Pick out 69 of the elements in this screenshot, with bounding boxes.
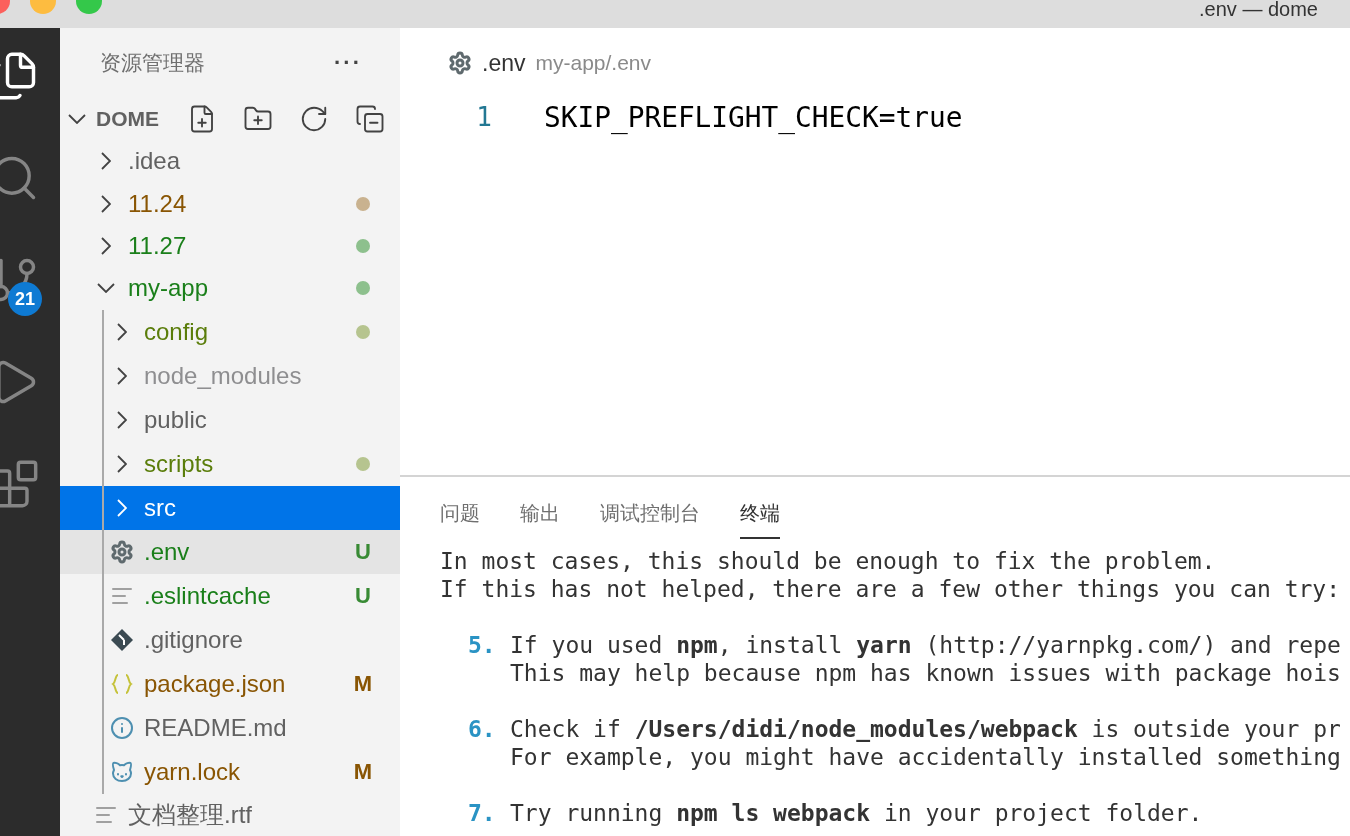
terminal-line: In most cases, this should be enough to fix the problem.: [440, 547, 1216, 575]
more-button[interactable]: ···: [334, 50, 362, 76]
git-status: M: [356, 758, 370, 785]
tree-item[interactable]: package.json M: [60, 661, 400, 706]
tree-item[interactable]: public: [60, 397, 400, 442]
code-line: SKIP_PREFLIGHT_CHECK=true: [544, 100, 963, 134]
info-icon: [110, 715, 134, 740]
file-name: public: [144, 405, 207, 434]
terminal-line: If you used npm, install yarn (http://yarnpkg.com/) and repe: [510, 631, 1341, 659]
tree-item[interactable]: yarn.lock M: [60, 749, 400, 794]
tree-item[interactable]: config: [60, 309, 400, 354]
sidebar-title: 资源管理器: [100, 50, 205, 76]
chevron-down-icon[interactable]: [68, 114, 86, 124]
tree-item[interactable]: 文档整理.rtf: [60, 793, 400, 836]
window-title: .env — dome: [1199, 0, 1318, 18]
file-name: .eslintcache: [144, 581, 271, 610]
terminal-line: If this has not helped, there are a few other things you can try:: [440, 575, 1341, 603]
line-number: 1: [475, 102, 492, 132]
tree-item[interactable]: 11.27: [60, 224, 400, 268]
panel-tab[interactable]: 调试控制台: [600, 500, 700, 539]
git-status: U: [356, 538, 370, 565]
tree-item[interactable]: node_modules: [60, 353, 400, 398]
gear-icon: [110, 539, 134, 564]
file-name: .env: [144, 537, 190, 566]
list-number: 6.: [468, 715, 497, 744]
tree-item[interactable]: README.md: [60, 705, 400, 750]
breadcrumb-path[interactable]: my-app/.env: [535, 51, 652, 75]
file-name: .idea: [128, 147, 181, 176]
tree-item[interactable]: my-app: [60, 267, 400, 310]
tree-item[interactable]: .gitignore: [60, 617, 400, 662]
git-status: M: [356, 670, 370, 697]
collapse-icon[interactable]: [355, 104, 385, 134]
file-name: config: [144, 317, 209, 346]
panel-tab[interactable]: 终端: [740, 500, 780, 539]
file-name: scripts: [144, 449, 214, 478]
panel-tab[interactable]: 问题: [440, 500, 480, 539]
tree-item[interactable]: .idea: [60, 140, 400, 183]
tree-item[interactable]: src: [60, 485, 400, 530]
tree-item[interactable]: .eslintcache U: [60, 573, 400, 618]
file-name: src: [144, 493, 176, 522]
terminal-line: This may help because npm has known issues with package hois: [510, 659, 1341, 687]
tree-item[interactable]: 11.24: [60, 182, 400, 225]
cat-icon: [110, 759, 134, 784]
blocks-icon[interactable]: [0, 458, 40, 510]
file-name: 11.27: [128, 232, 187, 260]
panel-tab[interactable]: 输出: [520, 500, 560, 539]
braces-icon: [110, 671, 134, 696]
file-name: yarn.lock: [144, 757, 241, 786]
file-name: 11.24: [128, 189, 187, 218]
terminal-line: Check if /Users/didi/node_modules/webpack is outside your pr: [510, 715, 1341, 743]
list-number: 7.: [468, 799, 497, 827]
terminal-line: Try running npm ls webpack in your project folder.: [510, 799, 1203, 827]
file-name: my-app: [128, 274, 209, 303]
git-status: U: [356, 582, 370, 609]
count-badge: 21: [8, 282, 42, 316]
tree-item[interactable]: scripts: [60, 441, 400, 486]
file-name: node_modules: [144, 361, 302, 390]
breadcrumb-file[interactable]: .env: [482, 49, 526, 77]
terminal-line: For example, you might have accidentally installed something: [510, 743, 1341, 771]
folder-name: DOME: [96, 107, 159, 131]
file-name: package.json: [144, 669, 286, 698]
git-icon: [110, 627, 134, 652]
refresh-icon[interactable]: [299, 104, 329, 134]
gear-icon: [448, 51, 472, 75]
file-name: 文档整理.rtf: [128, 799, 252, 830]
file-name: README.md: [144, 713, 287, 742]
list-number: 5.: [468, 631, 497, 660]
tree-item[interactable]: .env U: [60, 529, 400, 574]
file-name: .gitignore: [144, 625, 243, 654]
